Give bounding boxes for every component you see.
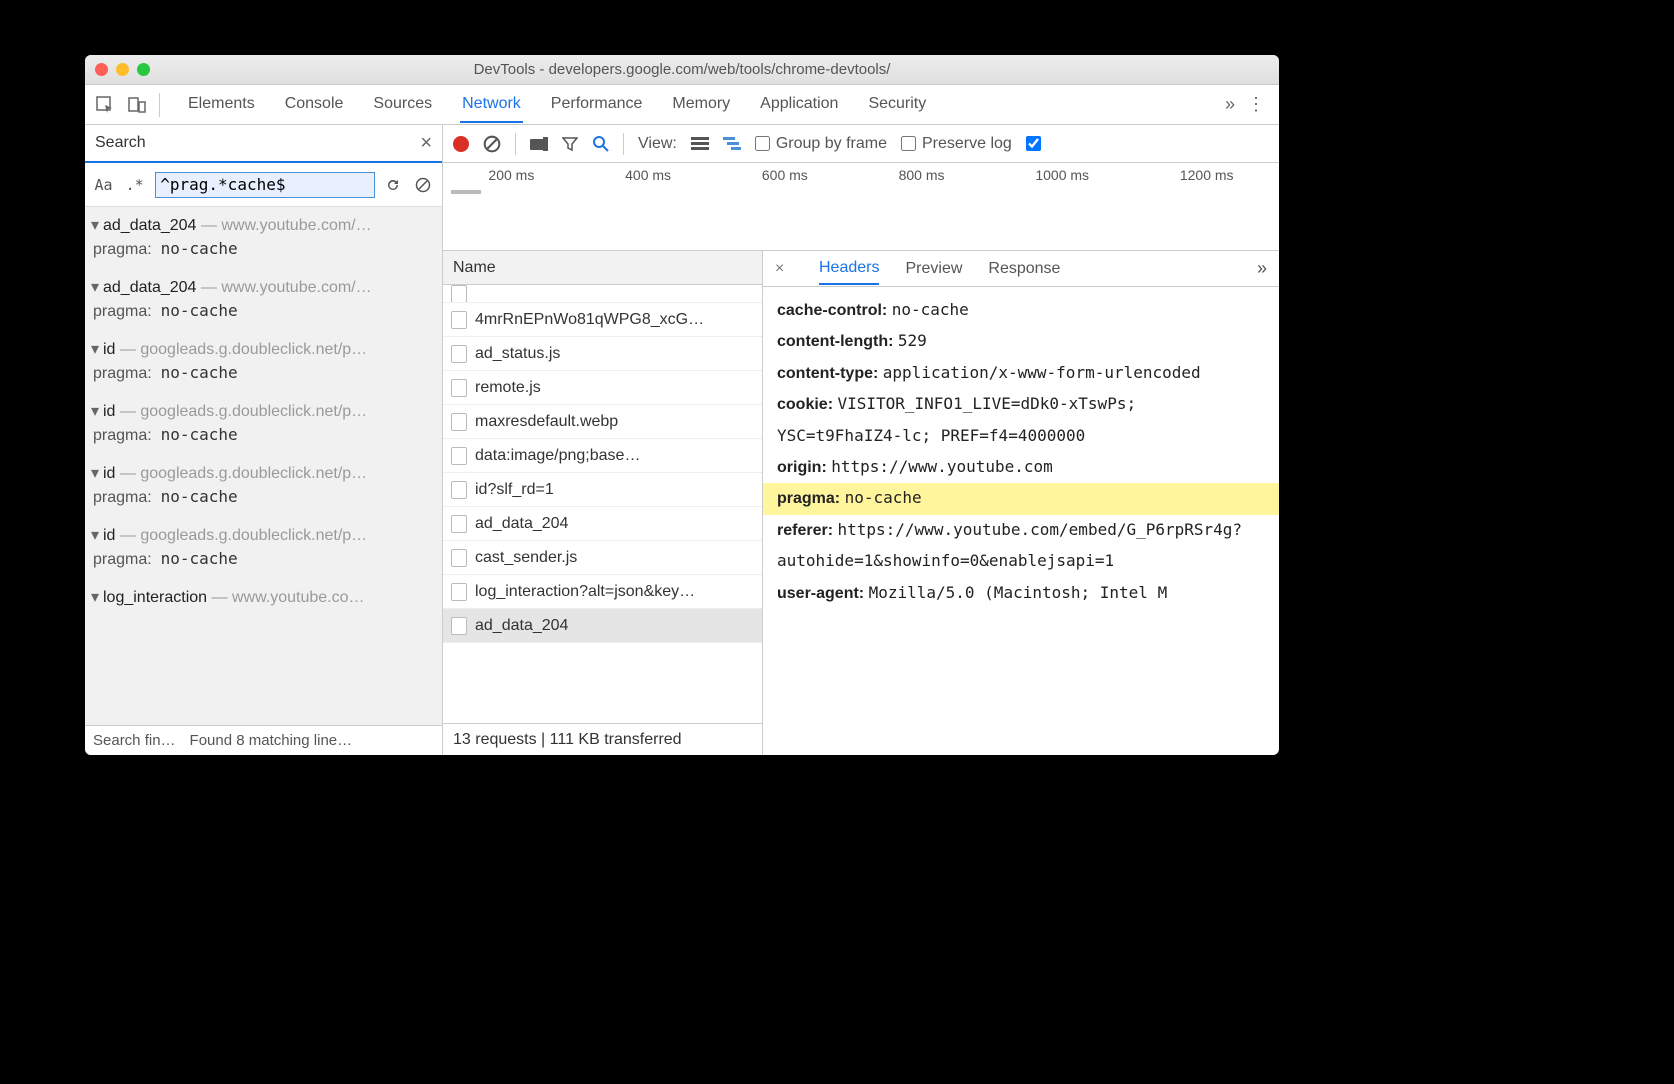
file-icon <box>451 379 467 397</box>
request-row[interactable] <box>443 285 762 303</box>
network-toolbar: View: Group by frame Preserve log <box>443 125 1279 163</box>
regex-toggle[interactable]: .* <box>124 176 145 194</box>
search-result[interactable]: ▾id — googleads.g.doubleclick.net/p…prag… <box>85 517 442 579</box>
large-rows-icon[interactable] <box>691 137 709 151</box>
request-row[interactable]: data:image/png;base… <box>443 439 762 473</box>
search-icon[interactable] <box>592 135 609 152</box>
file-icon <box>451 583 467 601</box>
request-row[interactable]: ad_data_204 <box>443 507 762 541</box>
search-status-left: Search fin… <box>93 732 176 749</box>
search-result[interactable]: ▾ad_data_204 — www.youtube.com/…pragma: … <box>85 269 442 331</box>
preserve-log-checkbox[interactable]: Preserve log <box>901 135 1012 153</box>
file-icon <box>451 311 467 329</box>
request-summary: 13 requests | 111 KB transferred <box>443 723 762 755</box>
search-result[interactable]: ▾id — googleads.g.doubleclick.net/p…prag… <box>85 455 442 517</box>
search-result[interactable]: ▾id — googleads.g.doubleclick.net/p…prag… <box>85 331 442 393</box>
file-icon <box>451 515 467 533</box>
tab-elements[interactable]: Elements <box>186 87 257 123</box>
device-toolbar-icon[interactable] <box>123 91 151 119</box>
request-row[interactable]: ad_status.js <box>443 337 762 371</box>
file-icon <box>451 345 467 363</box>
request-row[interactable]: ad_data_204 <box>443 609 762 643</box>
tab-performance[interactable]: Performance <box>549 87 645 123</box>
search-results: ▾ad_data_204 — www.youtube.com/…pragma: … <box>85 207 442 725</box>
header-row: referer: https://www.youtube.com/embed/G… <box>777 515 1265 578</box>
column-header-name[interactable]: Name <box>443 251 762 285</box>
clear-log-icon[interactable] <box>483 135 501 153</box>
more-tabs-icon[interactable]: » <box>1225 94 1235 115</box>
record-button[interactable] <box>453 136 469 152</box>
header-row: user-agent: Mozilla/5.0 (Macintosh; Inte… <box>777 578 1265 609</box>
request-list: Name 4mrRnEPnWo81qWPG8_xcG…ad_status.jsr… <box>443 251 763 755</box>
tab-memory[interactable]: Memory <box>670 87 732 123</box>
tab-headers[interactable]: Headers <box>819 253 879 285</box>
tab-network[interactable]: Network <box>460 87 523 123</box>
file-icon <box>451 447 467 465</box>
devtools-window: DevTools - developers.google.com/web/too… <box>85 55 1279 755</box>
file-icon <box>451 413 467 431</box>
more-detail-tabs-icon[interactable]: » <box>1257 258 1267 279</box>
disable-cache-checkbox[interactable] <box>1026 136 1041 151</box>
panel-tabs: Elements Console Sources Network Perform… <box>186 87 928 123</box>
tab-sources[interactable]: Sources <box>371 87 434 123</box>
header-row: cache-control: no-cache <box>777 295 1265 326</box>
capture-screenshot-icon[interactable] <box>530 137 548 151</box>
tab-preview[interactable]: Preview <box>905 254 962 284</box>
waterfall-view-icon[interactable] <box>723 137 741 151</box>
inspect-element-icon[interactable] <box>91 91 119 119</box>
search-input[interactable] <box>155 172 375 198</box>
group-by-frame-checkbox[interactable]: Group by frame <box>755 135 887 153</box>
header-row: content-type: application/x-www-form-url… <box>777 358 1265 389</box>
search-result[interactable]: ▾ad_data_204 — www.youtube.com/…pragma: … <box>85 207 442 269</box>
network-panel: View: Group by frame Preserve log 200 ms… <box>443 125 1279 755</box>
refresh-search-icon[interactable] <box>385 177 404 193</box>
main-tabstrip: Elements Console Sources Network Perform… <box>85 85 1279 125</box>
request-row[interactable]: id?slf_rd=1 <box>443 473 762 507</box>
file-icon <box>451 617 467 635</box>
titlebar: DevTools - developers.google.com/web/too… <box>85 55 1279 85</box>
request-row[interactable]: maxresdefault.webp <box>443 405 762 439</box>
search-panel-title: Search <box>95 134 146 152</box>
tab-console[interactable]: Console <box>283 87 346 123</box>
tab-response[interactable]: Response <box>988 254 1060 284</box>
close-search-icon[interactable]: × <box>420 132 432 155</box>
settings-menu-icon[interactable]: ⋮ <box>1247 94 1265 115</box>
request-row[interactable]: remote.js <box>443 371 762 405</box>
tab-application[interactable]: Application <box>758 87 840 123</box>
network-timeline[interactable]: 200 ms400 ms600 ms800 ms1000 ms1200 ms <box>443 163 1279 251</box>
search-status-right: Found 8 matching line… <box>190 732 353 749</box>
match-case-toggle[interactable]: Aa <box>93 176 114 194</box>
header-row: content-length: 529 <box>777 326 1265 357</box>
view-label: View: <box>638 135 677 153</box>
header-row: pragma: no-cache <box>763 483 1279 514</box>
tab-security[interactable]: Security <box>866 87 928 123</box>
request-row[interactable]: log_interaction?alt=json&key… <box>443 575 762 609</box>
close-details-icon[interactable]: × <box>775 260 793 278</box>
request-details: × Headers Preview Response » cache-contr… <box>763 251 1279 755</box>
file-icon <box>451 549 467 567</box>
request-row[interactable]: 4mrRnEPnWo81qWPG8_xcG… <box>443 303 762 337</box>
header-row: cookie: VISITOR_INFO1_LIVE=dDk0-xTswPs; … <box>777 389 1265 452</box>
search-panel: Search × Aa .* ▾ad_data_204 — www.youtub… <box>85 125 443 755</box>
header-row: origin: https://www.youtube.com <box>777 452 1265 483</box>
search-result[interactable]: ▾log_interaction — www.youtube.co… <box>85 579 442 615</box>
filter-icon[interactable] <box>562 136 578 152</box>
clear-search-icon[interactable] <box>415 177 434 193</box>
file-icon <box>451 481 467 499</box>
request-row[interactable]: cast_sender.js <box>443 541 762 575</box>
search-result[interactable]: ▾id — googleads.g.doubleclick.net/p…prag… <box>85 393 442 455</box>
window-title: DevTools - developers.google.com/web/too… <box>85 61 1279 78</box>
